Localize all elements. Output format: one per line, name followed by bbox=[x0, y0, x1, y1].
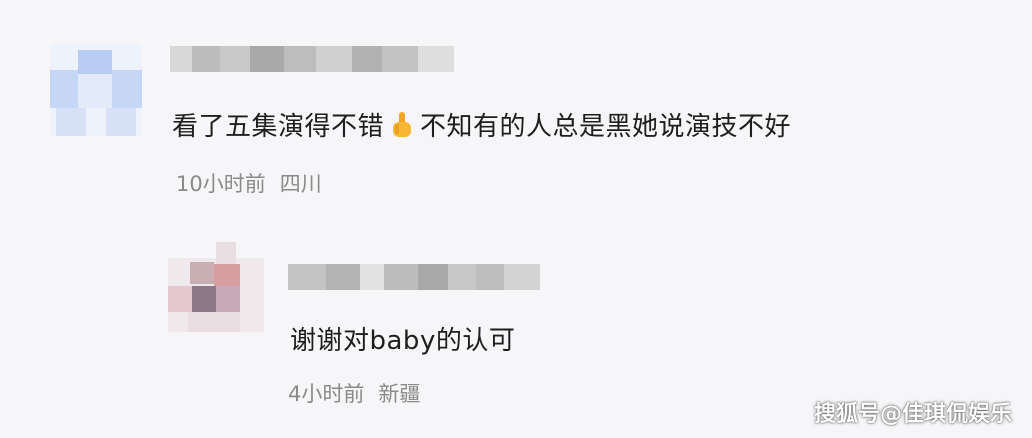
comment-text: 谢谢对baby的认可 bbox=[290, 326, 516, 356]
username-blurred[interactable] bbox=[288, 264, 540, 290]
comment-text: 看了五集演得不错 不知有的人总是黑她说演技不好 bbox=[172, 106, 791, 143]
comment-text-part-2: 不知有的人总是黑她说演技不好 bbox=[420, 112, 792, 142]
timestamp: 4小时前 bbox=[288, 382, 365, 406]
comment-meta: 10小时前 四川 bbox=[176, 168, 322, 198]
avatar[interactable] bbox=[50, 44, 142, 136]
comment-text-part-1: 看了五集演得不错 bbox=[172, 112, 385, 142]
username-blurred[interactable] bbox=[170, 46, 454, 72]
thumbs-up-icon bbox=[393, 112, 412, 137]
watermark: 搜狐号@佳琪侃娱乐 bbox=[813, 402, 1012, 427]
location: 四川 bbox=[279, 172, 322, 196]
location: 新疆 bbox=[378, 382, 421, 406]
comment-meta: 4小时前 新疆 bbox=[288, 378, 420, 408]
timestamp: 10小时前 bbox=[176, 172, 266, 196]
avatar[interactable] bbox=[168, 242, 264, 332]
